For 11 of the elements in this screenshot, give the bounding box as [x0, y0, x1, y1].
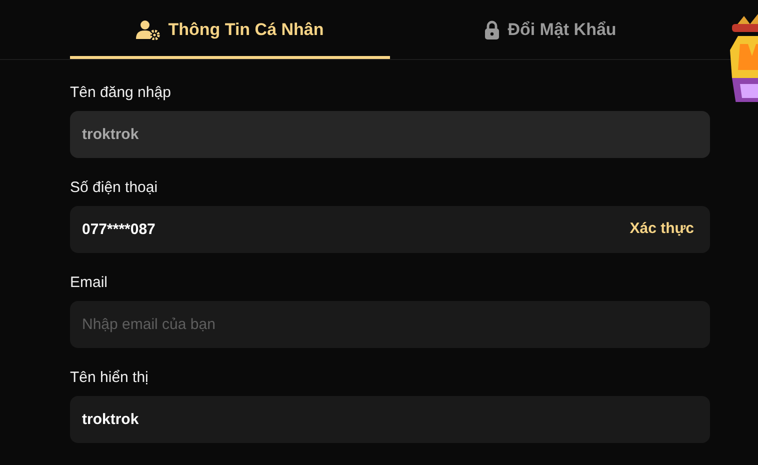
tab[interactable]: Đổi Mật Khẩu [390, 0, 710, 59]
lock-icon [484, 20, 500, 40]
field-label: Tên hiển thị [70, 368, 148, 388]
verify-button[interactable]: Xác thực [630, 220, 694, 237]
field-label: Email [70, 273, 108, 293]
input-field[interactable]: troktrok [70, 396, 710, 443]
input-field[interactable]: Nhập email của bạn [70, 301, 710, 348]
user-gear-icon [136, 20, 160, 40]
tab[interactable]: Thông Tin Cá Nhân [70, 0, 390, 59]
field-label: Tên đăng nhập [70, 83, 171, 103]
field-label: Số điện thoại [70, 178, 158, 198]
